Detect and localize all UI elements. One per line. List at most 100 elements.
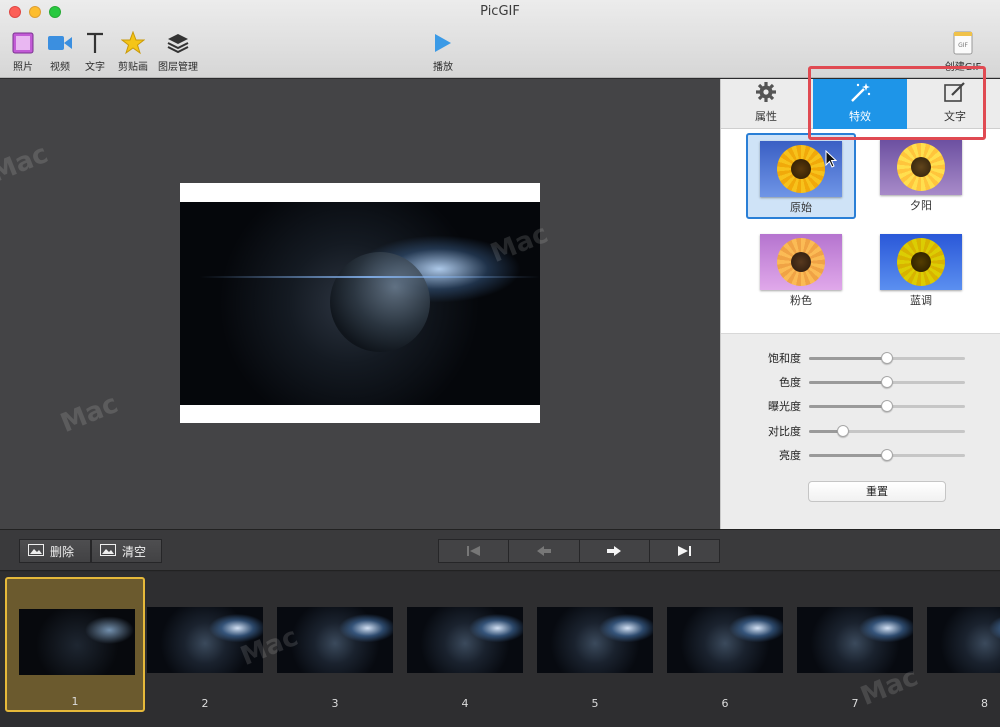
gif-file-icon: GIF — [940, 30, 986, 56]
last-frame-button[interactable] — [650, 540, 719, 562]
tab-effects[interactable]: 特效 — [813, 79, 907, 129]
hue-slider[interactable] — [809, 376, 965, 388]
frame-thumbnail — [797, 607, 913, 673]
effect-sunset-thumbnail — [880, 139, 962, 195]
frame-navigation — [438, 539, 720, 563]
frame-thumbnail — [927, 607, 1000, 673]
saturation-slider-knob[interactable] — [881, 352, 893, 364]
brightness-slider[interactable] — [809, 449, 965, 461]
panel-tabs: 属性 特效 文字 — [721, 79, 1000, 129]
exposure-slider-knob[interactable] — [881, 400, 893, 412]
play-label: 播放 — [433, 62, 453, 73]
photo-icon — [3, 30, 43, 56]
contrast-slider[interactable] — [809, 425, 965, 437]
create-gif-button[interactable]: GIF 创建GIF — [940, 30, 986, 73]
frame-thumbnail — [667, 607, 783, 673]
slider-row-contrast: 对比度 — [721, 423, 1000, 439]
layers-tool-label: 图层管理 — [158, 62, 198, 73]
effect-sunset-label: 夕阳 — [910, 199, 932, 212]
saturation-label: 饱和度 — [768, 352, 801, 365]
frame-number: 2 — [201, 697, 209, 710]
frame-item[interactable]: 8 — [915, 577, 1000, 712]
brightness-slider-knob[interactable] — [881, 449, 893, 461]
contrast-label: 对比度 — [768, 425, 801, 438]
play-button[interactable]: 播放 — [423, 30, 463, 73]
frame-item[interactable]: 6 — [655, 577, 795, 712]
tab-text[interactable]: 文字 — [909, 79, 1000, 129]
text-tool-label: 文字 — [85, 62, 105, 73]
arrow-left-icon — [536, 542, 552, 561]
edit-pencil-icon — [909, 79, 1000, 103]
effect-original[interactable]: 原始 — [746, 133, 856, 219]
window-title: PicGIF — [480, 4, 520, 19]
frame-item[interactable]: 4 — [395, 577, 535, 712]
hue-slider-knob[interactable] — [881, 376, 893, 388]
gear-icon — [721, 79, 811, 103]
reset-button[interactable]: 重置 — [808, 481, 946, 502]
effect-blue-label: 蓝调 — [910, 294, 932, 307]
first-frame-button[interactable] — [439, 540, 510, 562]
tab-properties-label: 属性 — [755, 110, 777, 123]
tab-properties[interactable]: 属性 — [721, 79, 811, 129]
effect-sunset[interactable]: 夕阳 — [866, 133, 976, 219]
frame-number: 5 — [591, 697, 599, 710]
exposure-slider[interactable] — [809, 400, 965, 412]
effect-blue[interactable]: 蓝调 — [866, 228, 976, 314]
effects-grid: 原始 夕阳 粉色 蓝调 — [721, 130, 1000, 330]
contrast-slider-knob[interactable] — [837, 425, 850, 437]
slider-row-saturation: 饱和度 — [721, 350, 1000, 366]
video-tool-button[interactable]: 视频 — [40, 30, 80, 73]
preview-area: Mac Mac Mac — [0, 79, 720, 529]
preview-canvas[interactable] — [180, 183, 540, 423]
delete-label: 删除 — [50, 544, 75, 559]
properties-panel: 属性 特效 文字 原始 夕阳 粉色 蓝调 饱和度 色度 曝光度 对比度 亮度 重… — [720, 79, 1000, 529]
frame-number: 8 — [981, 697, 988, 710]
play-icon — [423, 30, 463, 56]
video-tool-label: 视频 — [50, 62, 70, 73]
adjustments-section: 饱和度 色度 曝光度 对比度 亮度 重置 — [721, 333, 1000, 529]
playback-control-bar: 删除 清空 — [0, 529, 1000, 571]
frame-item[interactable]: 1 — [5, 577, 145, 712]
tab-text-label: 文字 — [944, 110, 966, 123]
effect-blue-thumbnail — [880, 234, 962, 290]
frame-number: 3 — [331, 697, 339, 710]
saturation-slider[interactable] — [809, 352, 965, 364]
effect-pink[interactable]: 粉色 — [746, 228, 856, 314]
effect-pink-thumbnail — [760, 234, 842, 290]
magic-wand-icon — [813, 79, 907, 103]
photos-tool-label: 照片 — [13, 62, 33, 73]
next-frame-button[interactable] — [580, 540, 650, 562]
video-camera-icon — [40, 30, 80, 56]
slider-row-hue: 色度 — [721, 374, 1000, 390]
layers-tool-button[interactable]: 图层管理 — [158, 30, 198, 73]
skip-to-start-icon — [466, 542, 482, 561]
tab-effects-label: 特效 — [849, 110, 871, 123]
exposure-label: 曝光度 — [768, 400, 801, 413]
clear-label: 清空 — [122, 544, 147, 559]
gif-file-icon-text: GIF — [958, 42, 968, 49]
text-t-icon — [75, 30, 115, 56]
frame-number: 7 — [851, 697, 859, 710]
frame-thumbnail — [19, 609, 135, 675]
clipart-tool-button[interactable]: 剪贴画 — [113, 30, 153, 73]
slider-row-brightness: 亮度 — [721, 447, 1000, 463]
preview-image — [180, 202, 540, 405]
frame-thumbnail — [407, 607, 523, 673]
photos-tool-button[interactable]: 照片 — [3, 30, 43, 73]
slider-row-exposure: 曝光度 — [721, 398, 1000, 414]
image-icon — [100, 543, 116, 559]
hue-label: 色度 — [779, 376, 801, 389]
frame-thumbnail — [537, 607, 653, 673]
effect-original-label: 原始 — [790, 201, 812, 214]
delete-frame-button[interactable]: 删除 — [19, 539, 91, 563]
text-tool-button[interactable]: 文字 — [75, 30, 115, 73]
previous-frame-button[interactable] — [509, 540, 580, 562]
frame-number: 4 — [461, 697, 469, 710]
star-icon — [113, 30, 153, 56]
clear-frames-button[interactable]: 清空 — [91, 539, 162, 563]
frame-item[interactable]: 5 — [525, 577, 665, 712]
frame-number: 6 — [721, 697, 729, 710]
preview-light-flare — [200, 276, 540, 278]
preview-planet — [330, 252, 430, 352]
clipart-tool-label: 剪贴画 — [118, 62, 148, 73]
